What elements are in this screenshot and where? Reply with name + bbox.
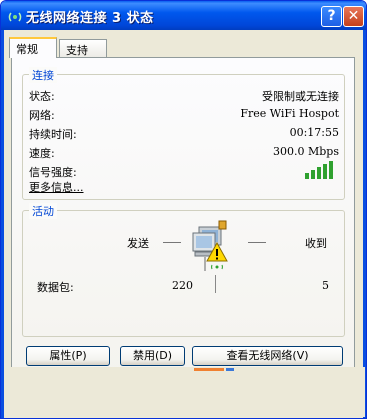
network-value: Free WiFi Hospot [240,107,339,120]
frame-right-border [363,30,366,418]
more-info-link[interactable]: 更多信息... [29,179,84,195]
duration-label: 持续时间: [29,128,77,141]
tab-general[interactable]: 常规 [9,37,57,58]
status-row: 状态: 受限制或无连接 [29,88,339,105]
properties-button[interactable]: 属性(P) [26,346,110,366]
status-flag-orange [194,368,224,371]
status-label: 状态: [29,90,55,103]
wireless-network-icon [8,12,22,22]
speed-row: 速度: 300.0 Mbps [29,145,339,162]
network-label: 网络: [29,109,55,122]
activity-legend: 活动 [29,203,57,219]
tab-support[interactable]: 支持 [59,39,107,57]
packets-label: 数据包: [37,281,74,294]
activity-group: 活动 发送 收到 数据包: 220 5 [22,203,345,337]
duration-row: 持续时间: 00:17:55 [29,126,339,143]
window-title: 无线网络连接 3 状态 [26,11,154,26]
signal-strength-icon [305,161,333,179]
bottom-area [4,367,365,417]
packets-received-value: 5 [322,279,329,292]
packets-sent-value: 220 [172,279,193,292]
duration-value: 00:17:55 [289,126,339,139]
connection-legend: 连接 [29,67,57,83]
view-networks-button[interactable]: 查看无线网络(V) [192,346,343,366]
received-line [248,242,266,243]
status-dialog: 无线网络连接 3 状态 ? ✕ 常规 支持 连接 状态: 受限制或无连接 网络:… [0,0,367,419]
sent-line [163,242,181,243]
disable-button[interactable]: 禁用(D) [120,346,185,366]
status-value: 受限制或无连接 [262,90,339,103]
activity-divider [215,275,216,293]
title-bar[interactable]: 无线网络连接 3 状态 ? ✕ [1,1,366,30]
status-flag-blue [226,368,234,371]
received-label: 收到 [305,237,327,250]
signal-label: 信号强度: [29,166,77,179]
close-button[interactable]: ✕ [343,6,364,27]
speed-label: 速度: [29,147,55,160]
connection-group: 连接 状态: 受限制或无连接 网络: Free WiFi Hospot 持续时间… [22,67,345,200]
network-computer-warning-icon [192,220,228,271]
sent-label: 发送 [127,237,149,250]
help-button[interactable]: ? [321,6,342,27]
network-row: 网络: Free WiFi Hospot [29,107,339,124]
speed-value: 300.0 Mbps [273,145,339,158]
frame-left-border [1,30,4,418]
tab-page-general: 连接 状态: 受限制或无连接 网络: Free WiFi Hospot 持续时间… [11,57,355,380]
